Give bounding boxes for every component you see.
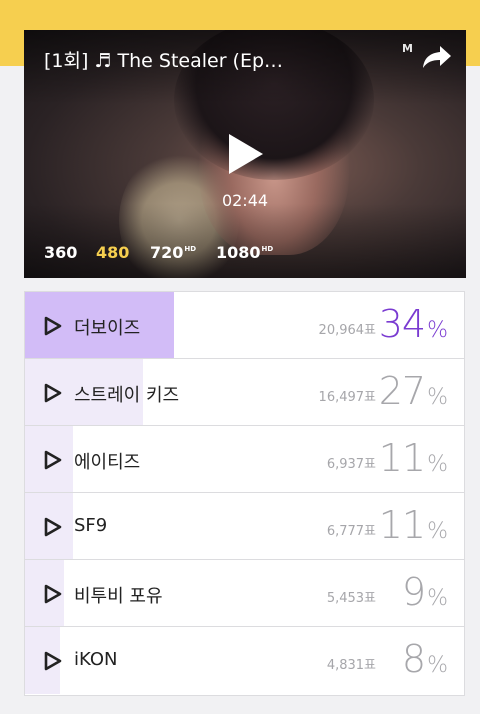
vote-row[interactable]: iKON 4,831표 8%	[25, 627, 464, 694]
vote-percent: 34%	[379, 302, 448, 346]
vote-percent: 11%	[379, 436, 448, 480]
quality-option-1080[interactable]: 1080HD	[216, 243, 273, 262]
artist-name: 스트레이 키즈	[74, 385, 180, 406]
quality-label: 720	[150, 243, 184, 262]
hd-badge: HD	[184, 245, 197, 253]
artist-name: SF9	[74, 515, 108, 536]
vote-count: 4,831표	[326, 658, 376, 673]
percent-unit: %	[427, 385, 448, 410]
percent-value: 34	[378, 302, 426, 346]
vote-count: 6,937표	[326, 457, 376, 472]
play-icon[interactable]	[227, 132, 265, 176]
play-triangle-icon[interactable]	[44, 316, 62, 336]
percent-value: 8	[401, 637, 426, 681]
play-triangle-icon[interactable]	[44, 517, 62, 537]
vote-percent: 8%	[402, 637, 448, 681]
vote-row[interactable]: 스트레이 키즈 16,497표 27%	[25, 359, 464, 426]
artist-name: iKON	[74, 649, 118, 670]
artist-name: 에이티즈	[74, 452, 141, 473]
video-title: [1회] ♬ The Stealer (Ep…	[44, 50, 284, 72]
vote-row[interactable]: 더보이즈 20,964표 34%	[25, 292, 464, 359]
vote-row[interactable]: SF9 6,777표 11%	[25, 493, 464, 560]
hd-badge: HD	[261, 245, 274, 253]
percent-unit: %	[427, 586, 448, 611]
play-triangle-icon[interactable]	[44, 383, 62, 403]
vote-list: 더보이즈 20,964표 34% 스트레이 키즈 16,497표 27% 에이티…	[24, 291, 465, 696]
artist-name: 비투비 포유	[74, 586, 163, 607]
share-icon[interactable]	[422, 44, 452, 70]
percent-unit: %	[427, 318, 448, 343]
quality-option-480[interactable]: 480	[96, 243, 129, 262]
percent-value: 9	[401, 570, 426, 614]
percent-value: 11	[378, 503, 426, 547]
play-triangle-icon[interactable]	[44, 584, 62, 604]
video-duration: 02:44	[221, 191, 269, 210]
quality-label: 1080	[216, 243, 261, 262]
brand-logo: M	[402, 42, 414, 55]
vote-percent: 9%	[402, 570, 448, 614]
quality-label: 480	[96, 243, 130, 262]
vote-count: 6,777표	[326, 524, 376, 539]
percent-value: 27	[378, 369, 426, 413]
vote-percent: 11%	[379, 503, 448, 547]
quality-label: 360	[44, 243, 78, 262]
vote-count: 20,964표	[318, 323, 376, 338]
video-player[interactable]: [1회] ♬ The Stealer (Ep… M 02:44 360 480 …	[24, 30, 466, 278]
vote-row[interactable]: 비투비 포유 5,453표 9%	[25, 560, 464, 627]
vote-row[interactable]: 에이티즈 6,937표 11%	[25, 426, 464, 493]
percent-unit: %	[427, 653, 448, 678]
play-triangle-icon[interactable]	[44, 651, 62, 671]
artist-name: 더보이즈	[74, 318, 141, 339]
percent-unit: %	[427, 519, 448, 544]
quality-option-720[interactable]: 720HD	[150, 243, 196, 262]
quality-option-360[interactable]: 360	[44, 243, 77, 262]
vote-percent: 27%	[379, 369, 448, 413]
play-triangle-icon[interactable]	[44, 450, 62, 470]
percent-value: 11	[378, 436, 426, 480]
vote-count: 5,453표	[326, 591, 376, 606]
percent-unit: %	[427, 452, 448, 477]
vote-count: 16,497표	[318, 390, 376, 405]
